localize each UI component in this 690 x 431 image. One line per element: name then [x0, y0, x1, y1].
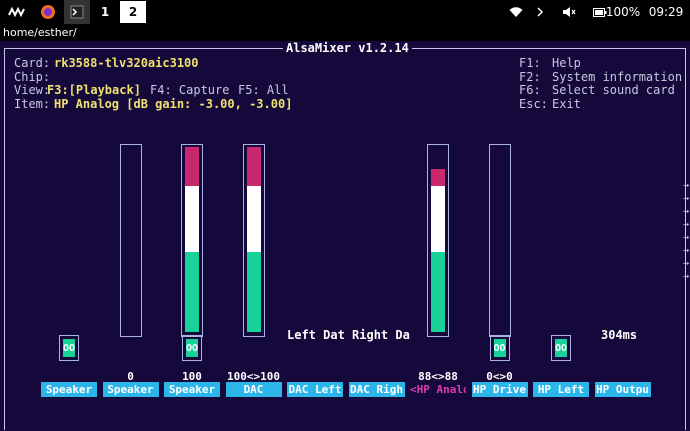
volume-level-high [246, 147, 261, 186]
view-playback[interactable]: F3:[Playback] [47, 83, 141, 97]
channel-name[interactable]: Speaker [102, 382, 159, 397]
mixer-title: AlsaMixer v1.2.14 [283, 41, 412, 55]
volume-level-low [185, 252, 199, 332]
volume-bar[interactable] [242, 144, 265, 337]
view-all[interactable]: F5: All [238, 83, 289, 97]
volume-bar[interactable] [181, 144, 203, 337]
help-key-f1: F1: [519, 56, 541, 70]
clock: 09:29 [648, 5, 684, 19]
volume-bar[interactable] [427, 144, 449, 337]
terminal-app-icon[interactable] [64, 0, 90, 24]
channel-name[interactable]: DAC [225, 382, 282, 397]
volume-bar[interactable] [488, 144, 511, 337]
mute-state-label: OO [555, 339, 567, 357]
mute-toggle[interactable]: OO [59, 335, 79, 361]
mute-state-label: OO [186, 339, 198, 357]
volume-level-low [246, 252, 261, 332]
mute-toggle[interactable]: OO [182, 335, 202, 361]
workspace-2-button[interactable]: 2 [120, 1, 146, 23]
channel-name[interactable]: <HP Analo> [410, 382, 466, 397]
volume-level-low [431, 252, 445, 332]
help-key-f6: F6: [519, 83, 541, 97]
view-capture[interactable]: F4: Capture [150, 83, 229, 97]
firefox-icon[interactable] [36, 0, 60, 24]
card-label: Card: [14, 56, 51, 70]
channel-name[interactable]: DAC Left [287, 382, 343, 397]
mute-toggle[interactable]: OO [551, 335, 571, 361]
volume-level-high [431, 169, 445, 186]
item-value: HP Analog [dB gain: -3.00, -3.00] [54, 97, 293, 111]
mute-state-label: OO [63, 339, 75, 357]
chip-label: Chip: [14, 70, 51, 84]
item-label: Item: [14, 97, 51, 111]
wifi-icon[interactable] [506, 0, 526, 24]
help-text-f2: System information [552, 70, 683, 84]
mute-icon[interactable] [560, 0, 578, 24]
volume-level-high [185, 147, 199, 186]
latency-readout: 304ms [601, 328, 638, 342]
help-text-esc: Exit [552, 97, 581, 111]
channel-name[interactable]: DAC Righ [348, 382, 405, 397]
help-key-esc: Esc: [519, 97, 548, 111]
volume-level-mid [246, 185, 261, 253]
channel-name[interactable]: Speaker [164, 382, 220, 397]
path-breadcrumb: home/esther/ [0, 24, 690, 41]
channel-name[interactable]: Speaker [41, 382, 97, 397]
launcher-icon[interactable] [4, 0, 30, 24]
battery-percent: 100% [605, 5, 641, 19]
channel-name[interactable]: HP Outpu [594, 382, 651, 397]
help-key-f2: F2: [519, 70, 541, 84]
help-text-f6: Select sound card [552, 83, 675, 97]
view-label: View: [14, 83, 51, 97]
system-top-bar: 1 2 100% 09:29 [0, 0, 690, 24]
workspace-1-button[interactable]: 1 [92, 1, 118, 23]
volume-level-mid [431, 185, 445, 253]
channel-name[interactable]: HP Drive [471, 382, 528, 397]
mute-toggle[interactable]: OO [489, 335, 510, 361]
scroll-right-arrows[interactable]: → → → → → → → → [683, 179, 689, 283]
chevron-icon[interactable] [532, 0, 548, 24]
volume-bar[interactable] [119, 144, 142, 337]
frame-left [4, 48, 5, 430]
channel-name[interactable]: HP Left [533, 382, 589, 397]
volume-level-mid [185, 185, 199, 253]
help-text-f1: Help [552, 56, 581, 70]
mute-state-label: OO [493, 339, 506, 357]
enum-value-label: Left Dat Right Da [287, 328, 410, 342]
card-value: rk3588-tlv320aic3100 [54, 56, 199, 70]
alsamixer-terminal[interactable]: AlsaMixer v1.2.14 Card: rk3588-tlv320aic… [0, 41, 690, 431]
